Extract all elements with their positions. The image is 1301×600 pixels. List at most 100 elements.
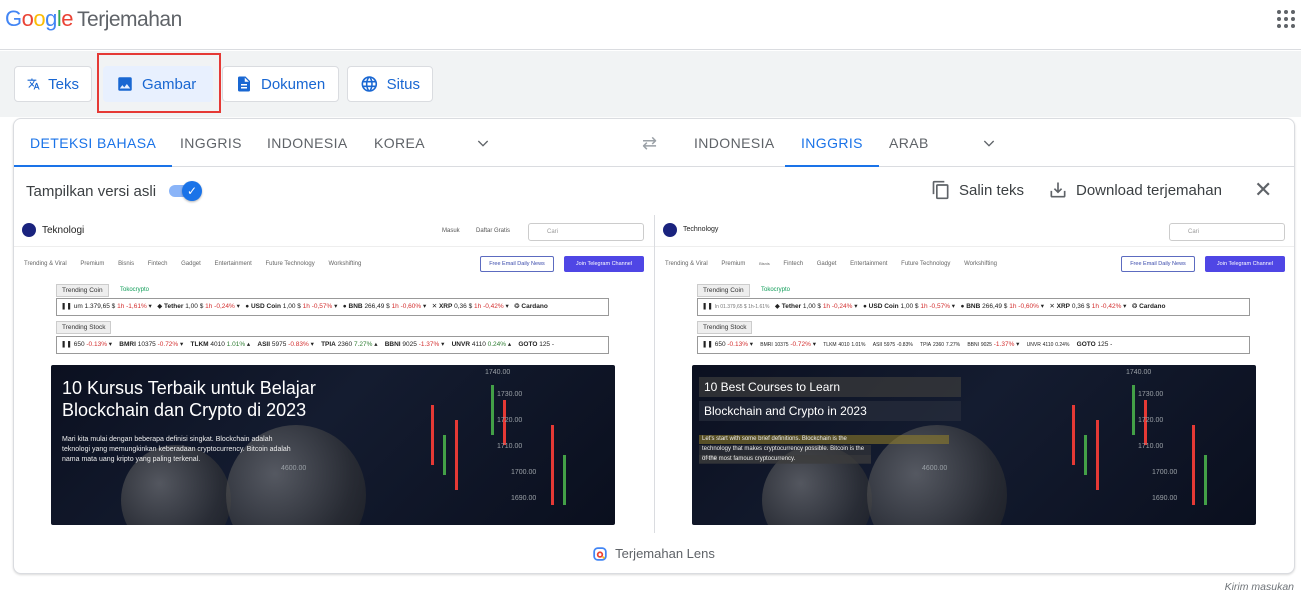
stock-change: 0.24% — [1055, 342, 1070, 348]
tab-source-indonesian[interactable]: INDONESIA — [267, 119, 348, 167]
coin-price: 0,36 $ — [1071, 303, 1090, 310]
lens-translate-link[interactable]: Terjemahan Lens — [593, 546, 715, 561]
ticker-value: um 1.379,65 $ — [73, 303, 116, 310]
stock-name: BMRI — [119, 341, 136, 348]
coin-ticker: ❚❚ In 01.379,65 $ 1h-1.61% ◆ Tether 1,00… — [697, 298, 1250, 316]
nav-item: Gadget — [181, 261, 201, 267]
target-more-chevron-down-icon[interactable] — [981, 135, 997, 151]
chart-axis-label: 1690.00 — [511, 495, 537, 502]
site-logo-icon — [22, 223, 36, 237]
tab-source-english[interactable]: INGGRIS — [180, 119, 242, 167]
candle — [1192, 425, 1195, 505]
coin-name: XRP — [438, 303, 453, 310]
mode-website-button[interactable]: Situs — [347, 66, 433, 102]
coin-change: 1h -0,60% — [391, 303, 422, 310]
trending-stock-label: Trending Stock — [697, 321, 753, 334]
stock-price: 9025 — [402, 341, 417, 348]
nav-item: Premium — [721, 261, 746, 267]
trending-stock-label: Trending Stock — [56, 321, 112, 334]
coin-name: BNB — [966, 303, 981, 310]
hero-title-line: 10 Kursus Terbaik untuk Belajar — [62, 378, 316, 398]
ticker-change: -0.13% — [727, 341, 748, 348]
apps-grid-icon[interactable] — [1277, 10, 1295, 28]
stock-name: BMRI — [760, 342, 773, 348]
tab-source-korean[interactable]: KOREA — [374, 119, 425, 167]
stock-name: TPIA — [920, 342, 932, 348]
copy-text-button[interactable]: Salin teks — [931, 180, 1024, 200]
hero-desc-line: nama mata uang kripto yang paling terken… — [62, 456, 201, 463]
translated-image-pane: Technology Cari Trending & Viral Premium… — [654, 215, 1294, 533]
stock-change: 0.24% — [487, 341, 507, 348]
coin-change: 1h -0,60% — [1009, 303, 1039, 310]
ticker-change: -0.13% — [86, 341, 107, 348]
stock-change: -1.37% — [418, 341, 440, 348]
candle — [1084, 435, 1087, 475]
stock-change: -0.83% — [288, 341, 309, 348]
nav-item: Trending & Viral — [665, 261, 708, 267]
nav-item: Fintech — [783, 261, 804, 267]
nav-item: Fintech — [147, 261, 168, 267]
stock-price: 125 — [539, 341, 551, 348]
lens-footer: Terjemahan Lens — [14, 533, 1294, 574]
free-email-badge: Free Email Daily News — [480, 256, 554, 272]
stock-price: 4010 — [838, 342, 850, 348]
stock-price: 5975 — [884, 342, 896, 348]
show-original-toggle[interactable]: ✓ — [167, 181, 203, 201]
stock-price: 9025 — [980, 342, 992, 348]
telegram-badge: Join Telegram Channel — [564, 256, 644, 272]
check-icon: ✓ — [182, 181, 202, 201]
coin-name: Cardano — [1139, 303, 1166, 310]
chart-axis-label: 1740.00 — [485, 369, 511, 376]
send-feedback-link[interactable]: Kirim masukan — [1225, 581, 1294, 593]
coin-name: XRP — [1056, 303, 1071, 310]
globe-icon — [361, 76, 378, 92]
hero-image: 1740.00 1730.00 1720.00 1710.00 1700.00 … — [51, 365, 615, 525]
nav-item: Entertainment — [214, 261, 252, 267]
coin-name: Cardano — [521, 303, 548, 310]
mode-text-button[interactable]: Teks — [14, 66, 92, 102]
stock-name: ASII — [872, 342, 883, 348]
stock-change: 1.01% — [226, 341, 246, 348]
stock-change: - — [1110, 341, 1113, 348]
swap-languages-icon[interactable]: ⇄ — [642, 133, 657, 154]
ticker-value: In 01.379,65 $ 1h-1.61% — [714, 304, 770, 310]
product-name: Terjemahan — [77, 8, 182, 31]
site-nav: Trending & Viral Premium Bisnis Fintech … — [24, 261, 373, 267]
coin-price: 266,49 $ — [982, 303, 1008, 310]
tab-target-indonesian[interactable]: INDONESIA — [694, 119, 775, 167]
candle — [1132, 385, 1135, 435]
chart-axis-label: 4600.00 — [922, 465, 948, 472]
source-more-chevron-down-icon[interactable] — [475, 135, 491, 151]
telegram-badge: Join Telegram Channel — [1205, 256, 1285, 272]
chart-axis-label: 1710.00 — [497, 443, 523, 450]
mode-document-button[interactable]: Dokumen — [222, 66, 339, 102]
candle — [431, 405, 434, 465]
stock-price: 10375 — [137, 341, 156, 348]
hero-title-line: Blockchain dan Crypto di 2023 — [62, 400, 307, 420]
language-bar: DETEKSI BAHASA INGGRIS INDONESIA KOREA ⇄… — [14, 119, 1294, 167]
site-title: Technology — [683, 226, 719, 233]
signup-link: Daftar Gratis — [476, 228, 511, 234]
stock-change: -1.37% — [993, 341, 1015, 348]
stock-name: BBNI — [967, 342, 979, 348]
tab-source-detect[interactable]: DETEKSI BAHASA — [14, 119, 173, 167]
tab-target-english[interactable]: INGGRIS — [785, 119, 879, 167]
result-toolbar: Tampilkan versi asli ✓ Salin teks Downlo… — [14, 168, 1294, 214]
coin-name: USD Coin — [250, 303, 281, 310]
close-icon[interactable]: ✕ — [1254, 179, 1272, 201]
coin-price: 1,00 $ — [282, 303, 301, 310]
ticker-value: 650 — [73, 341, 85, 348]
google-translate-logo[interactable]: Google Terjemahan — [5, 6, 182, 32]
tokocrypto-logo: Tokocrypto — [120, 287, 150, 293]
top-bar: Google Terjemahan — [0, 0, 1301, 50]
stock-change: -0.72% — [790, 341, 811, 348]
tab-target-arabic[interactable]: ARAB — [889, 119, 929, 167]
candle — [491, 385, 494, 435]
nav-item: Trending & Viral — [24, 261, 67, 267]
site-logo-icon — [663, 223, 677, 237]
candle — [443, 435, 446, 475]
chart-axis-label: 1710.00 — [1138, 443, 1164, 450]
download-translation-button[interactable]: Download terjemahan — [1048, 180, 1222, 200]
stock-price: 2360 — [337, 341, 353, 348]
nav-item: Gadget — [816, 261, 837, 267]
